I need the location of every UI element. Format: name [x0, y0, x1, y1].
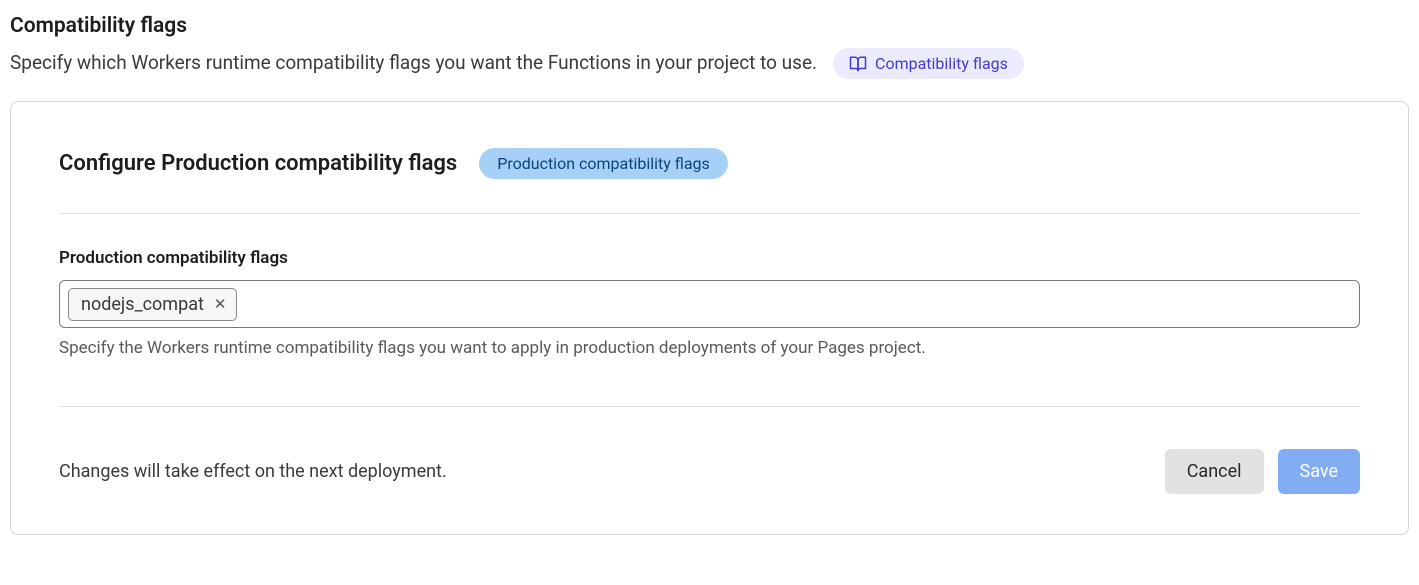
button-group: Cancel Save [1165, 449, 1360, 494]
save-button[interactable]: Save [1278, 449, 1361, 494]
doc-link-compatibility-flags[interactable]: Compatibility flags [833, 48, 1024, 79]
field-label: Production compatibility flags [59, 248, 1360, 268]
footer-note: Changes will take effect on the next dep… [59, 461, 447, 482]
config-card: Configure Production compatibility flags… [10, 101, 1409, 535]
book-icon [849, 55, 867, 73]
tag-label: nodejs_compat [81, 294, 204, 315]
field-block: Production compatibility flags nodejs_co… [59, 248, 1360, 358]
field-help: Specify the Workers runtime compatibilit… [59, 338, 1360, 358]
divider-bottom [59, 406, 1360, 407]
compatibility-flags-input[interactable]: nodejs_compat ✕ [59, 280, 1360, 328]
cancel-button[interactable]: Cancel [1165, 449, 1264, 494]
divider-top [59, 213, 1360, 214]
tag-nodejs-compat: nodejs_compat ✕ [68, 288, 237, 321]
footer-row: Changes will take effect on the next dep… [59, 449, 1360, 494]
production-pill: Production compatibility flags [479, 148, 728, 179]
card-header-row: Configure Production compatibility flags… [59, 148, 1360, 179]
compatibility-flags-section: Compatibility flags Specify which Worker… [10, 14, 1409, 535]
card-title: Configure Production compatibility flags [59, 151, 457, 176]
section-header-row: Specify which Workers runtime compatibil… [10, 48, 1409, 79]
section-description: Specify which Workers runtime compatibil… [10, 50, 817, 77]
section-title: Compatibility flags [10, 14, 1409, 38]
doc-link-label: Compatibility flags [875, 54, 1008, 73]
close-icon[interactable]: ✕ [214, 297, 227, 312]
